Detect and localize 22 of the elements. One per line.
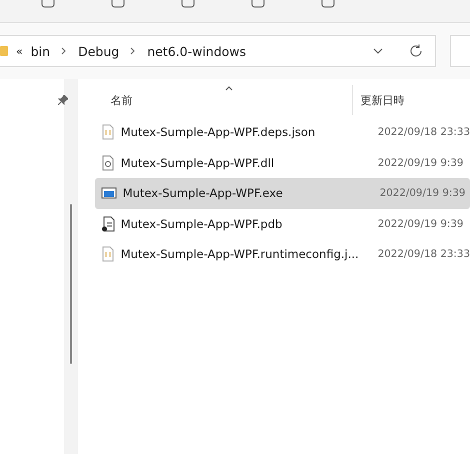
address-bar[interactable]: « bin Debug net6.0-windows xyxy=(0,35,436,67)
modified-date: 2022/09/19 9:39 xyxy=(378,156,464,169)
file-name: Mutex-Sumple-App-WPF.exe xyxy=(122,186,284,200)
overflow-chevron[interactable]: « xyxy=(16,44,23,58)
column-header[interactable]: 名前 xyxy=(94,92,352,108)
file-row[interactable]: Mutex-Sumple-App-WPF.deps.json 2022/09/18 23:33 xyxy=(94,117,470,148)
modified-date: 2022/09/19 9:39 xyxy=(380,187,466,200)
file-name: Mutex-Sumple-App-WPF.pdb xyxy=(120,216,284,231)
file-row[interactable]: Mutex-Sumple-App-WPF.runtimeconfig.j... 2022/09/18 23:33 xyxy=(94,239,470,270)
modified-date: 2022/09/19 9:39 xyxy=(378,218,464,230)
breadcrumb[interactable]: bin xyxy=(30,44,50,58)
file-name: Mutex-Sumple-App-WPF.runtimeconfig.j... xyxy=(120,247,360,262)
column-header[interactable]: 更新日時 xyxy=(352,92,453,108)
modified-date: 2022/09/18 23:33 xyxy=(378,248,470,260)
file-row[interactable]: Mutex-Sumple-App-WPF.pdb 2022/09/19 9:39 xyxy=(94,208,470,239)
file-name: Mutex-Sumple-App-WPF.deps.json xyxy=(120,125,316,140)
file-row[interactable]: Mutex-Sumple-App-WPF.dll 2022/09/19 9:39 xyxy=(94,148,470,178)
modified-date: 2022/09/18 23:33 xyxy=(378,126,470,138)
file-name: Mutex-Sumple-App-WPF.dll xyxy=(120,156,276,170)
file-row[interactable]: Mutex-Sumple-App-WPF.exe 2022/09/19 9:39 xyxy=(94,178,470,208)
breadcrumb[interactable]: net6.0-windows xyxy=(147,44,246,58)
breadcrumb[interactable]: Debug xyxy=(78,44,120,58)
